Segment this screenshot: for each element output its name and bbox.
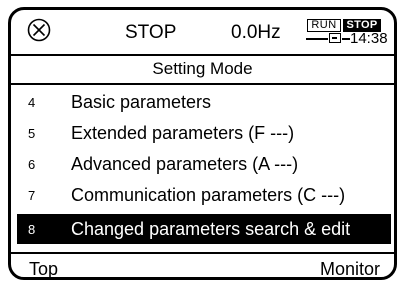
menu-item-number: 5	[28, 126, 36, 141]
menu-item-label: Advanced parameters (A ---)	[71, 154, 299, 174]
scrollbar[interactable]	[394, 90, 397, 244]
menu-item-advanced-parameters[interactable]: 6 Advanced parameters (A ---)	[11, 149, 393, 179]
page-title: Setting Mode	[152, 59, 253, 78]
keypad-display: STOP 0.0Hz RUN STOP 14:38 Setting Mode 4…	[8, 7, 397, 280]
menu-item-basic-parameters[interactable]: 4 Basic parameters	[11, 87, 393, 117]
run-indicator: RUN	[307, 19, 341, 32]
status-divider	[342, 38, 350, 40]
menu-item-number: 6	[28, 157, 36, 172]
divider	[11, 83, 394, 85]
drive-state: STOP	[125, 22, 177, 43]
menu-item-label: Basic parameters	[71, 92, 212, 112]
menu-item-communication-parameters[interactable]: 7 Communication parameters (C ---)	[11, 180, 393, 210]
menu-item-number: 7	[28, 188, 36, 203]
status-bar: STOP 0.0Hz RUN STOP 14:38	[11, 10, 394, 54]
menu-item-label: Communication parameters (C ---)	[71, 185, 346, 205]
menu-item-number: 8	[28, 222, 36, 237]
clock: 14:38	[350, 30, 388, 47]
memory-card-icon	[329, 33, 341, 43]
menu-item-changed-parameters[interactable]: 8 Changed parameters search & edit	[17, 214, 391, 244]
output-frequency: 0.0Hz	[231, 22, 281, 43]
divider	[11, 252, 394, 254]
divider	[11, 54, 394, 56]
menu-item-label: Changed parameters search & edit	[71, 219, 351, 239]
menu-item-label: Extended parameters (F ---)	[71, 123, 295, 143]
softkey-top[interactable]: Top	[29, 260, 58, 277]
circle-x-icon	[27, 18, 51, 42]
menu-item-number: 4	[28, 95, 36, 110]
menu-item-extended-parameters[interactable]: 5 Extended parameters (F ---)	[11, 118, 393, 148]
status-divider	[306, 38, 328, 40]
softkey-monitor[interactable]: Monitor	[320, 260, 380, 277]
